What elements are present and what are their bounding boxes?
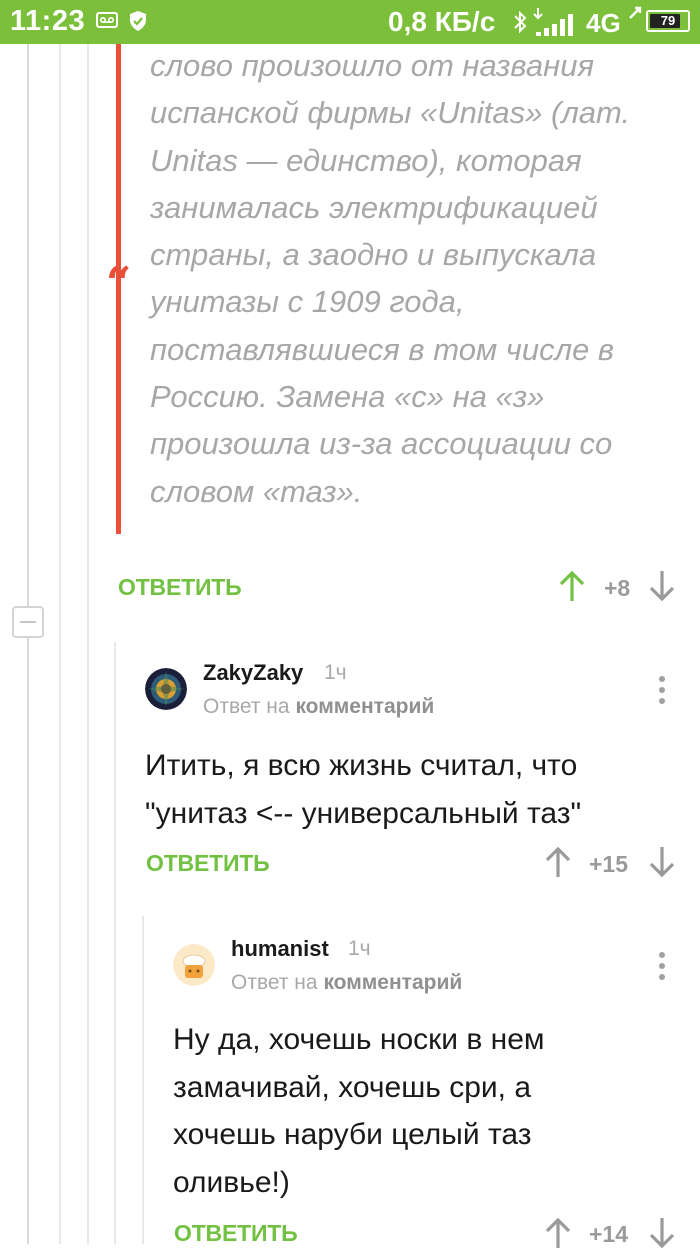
bluetooth-icon <box>514 10 527 34</box>
thread-line <box>114 642 116 1244</box>
arrow-up-icon[interactable] <box>557 569 587 603</box>
reply-to-prefix: Ответ на <box>203 695 290 718</box>
kebab-menu-icon[interactable] <box>658 676 666 706</box>
network-speed: 0,8 КБ/с <box>388 6 496 37</box>
thread-line <box>142 916 144 1244</box>
arrow-up-icon[interactable] <box>543 845 573 879</box>
signal-icon <box>533 8 573 36</box>
thread-line <box>87 44 89 1244</box>
thread-line <box>27 44 29 606</box>
battery-icon: 79 <box>646 10 690 32</box>
kebab-menu-icon[interactable] <box>658 952 666 982</box>
rating-value: +8 <box>604 575 631 601</box>
quote-text: слово произошло от названия испанской фи… <box>150 48 631 509</box>
reply-to-line: Ответ на комментарий <box>203 695 434 719</box>
network-type: 4G <box>586 8 621 38</box>
comment-text: Итить, я всю жизнь считал, что "унитаз <… <box>145 749 582 830</box>
comment-text: Ну да, хочешь носки в нем замачивай, хоч… <box>173 1023 545 1199</box>
reply-button[interactable]: ОТВЕТИТЬ <box>174 1220 298 1247</box>
comment-time: 1ч <box>348 937 371 960</box>
arrow-down-icon[interactable] <box>647 1216 677 1250</box>
rating-value: +15 <box>589 851 629 877</box>
username[interactable]: ZakyZaky <box>203 660 303 686</box>
status-time: 11:23 <box>10 5 86 37</box>
reply-to-link[interactable]: комментарий <box>323 971 462 994</box>
collapse-thread-button[interactable] <box>12 606 44 638</box>
reply-to-link[interactable]: комментарий <box>295 695 434 718</box>
voicemail-icon <box>96 12 118 28</box>
avatar[interactable] <box>173 944 215 986</box>
arrow-up-icon[interactable] <box>543 1216 573 1250</box>
status-bar: 11:23 0,8 КБ/с 4G 79 <box>0 0 700 44</box>
reply-to-prefix: Ответ на <box>231 971 318 994</box>
thread-line <box>27 638 29 1244</box>
data-transfer-icon <box>629 6 642 19</box>
reply-button[interactable]: ОТВЕТИТЬ <box>118 574 242 601</box>
thread-line <box>59 44 61 1244</box>
reply-to-line: Ответ на комментарий <box>231 971 462 995</box>
avatar[interactable] <box>145 668 187 710</box>
comment-time: 1ч <box>324 661 347 684</box>
shield-icon <box>130 11 146 31</box>
reply-button[interactable]: ОТВЕТИТЬ <box>146 850 270 877</box>
arrow-down-icon[interactable] <box>647 845 677 879</box>
arrow-down-icon[interactable] <box>647 569 677 603</box>
username[interactable]: humanist <box>231 936 329 962</box>
quote-icon: “ <box>106 258 132 309</box>
battery-level: 79 <box>660 13 676 28</box>
